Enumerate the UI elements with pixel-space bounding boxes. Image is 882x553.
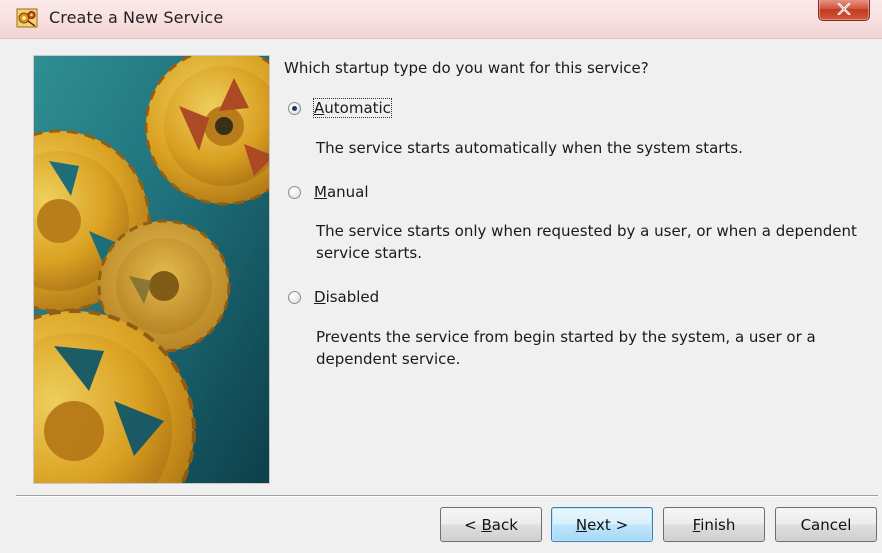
back-button-prefix: < [464, 515, 482, 534]
radio-disabled-control[interactable] [288, 291, 301, 304]
next-button-mnemonic: N [575, 515, 588, 534]
button-separator [16, 495, 878, 497]
back-button-mnemonic: B [481, 515, 492, 534]
service-wizard-icon [16, 8, 38, 28]
back-button-label: < Back [464, 516, 518, 534]
wizard-page: Which startup type do you want for this … [16, 39, 878, 553]
title-bar[interactable]: Create a New Service [0, 0, 882, 39]
radio-disabled-mnemonic: D [314, 288, 326, 306]
next-button[interactable]: Next > [551, 507, 653, 542]
radio-automatic-label[interactable]: Automatic [313, 98, 392, 118]
create-service-dialog: Create a New Service Which startup type … [0, 0, 882, 553]
radio-automatic-label-rest: utomatic [324, 99, 391, 117]
finish-button-label: Finish [693, 516, 736, 534]
startup-type-question: Which startup type do you want for this … [284, 59, 649, 77]
radio-manual-label-rest: anual [326, 183, 369, 201]
gears-illustration [33, 55, 270, 484]
radio-disabled-label-rest: isabled [325, 288, 380, 306]
close-button[interactable] [818, 0, 870, 21]
manual-description: The service starts only when requested b… [316, 222, 857, 262]
next-button-label: Next > [576, 516, 628, 534]
radio-automatic-mnemonic: A [314, 99, 325, 117]
cancel-button-label: Cancel [800, 515, 852, 534]
automatic-description: The service starts automatically when th… [316, 139, 743, 157]
window-title: Create a New Service [49, 8, 224, 27]
finish-button-rest: inish [700, 515, 736, 534]
radio-manual-label[interactable]: Manual [314, 183, 369, 201]
radio-manual-mnemonic: M [314, 183, 327, 201]
gears-illustration-art [34, 56, 269, 483]
back-button[interactable]: < Back [440, 507, 542, 542]
close-icon [837, 3, 851, 15]
radio-disabled-label[interactable]: Disabled [314, 288, 379, 306]
finish-button[interactable]: Finish [663, 507, 765, 542]
disabled-description: Prevents the service from begin started … [316, 328, 816, 368]
back-button-rest: ack [491, 515, 518, 534]
radio-automatic-control[interactable] [288, 102, 301, 115]
radio-manual-control[interactable] [288, 186, 301, 199]
next-button-rest: ext > [587, 515, 629, 534]
cancel-button[interactable]: Cancel [775, 507, 877, 542]
